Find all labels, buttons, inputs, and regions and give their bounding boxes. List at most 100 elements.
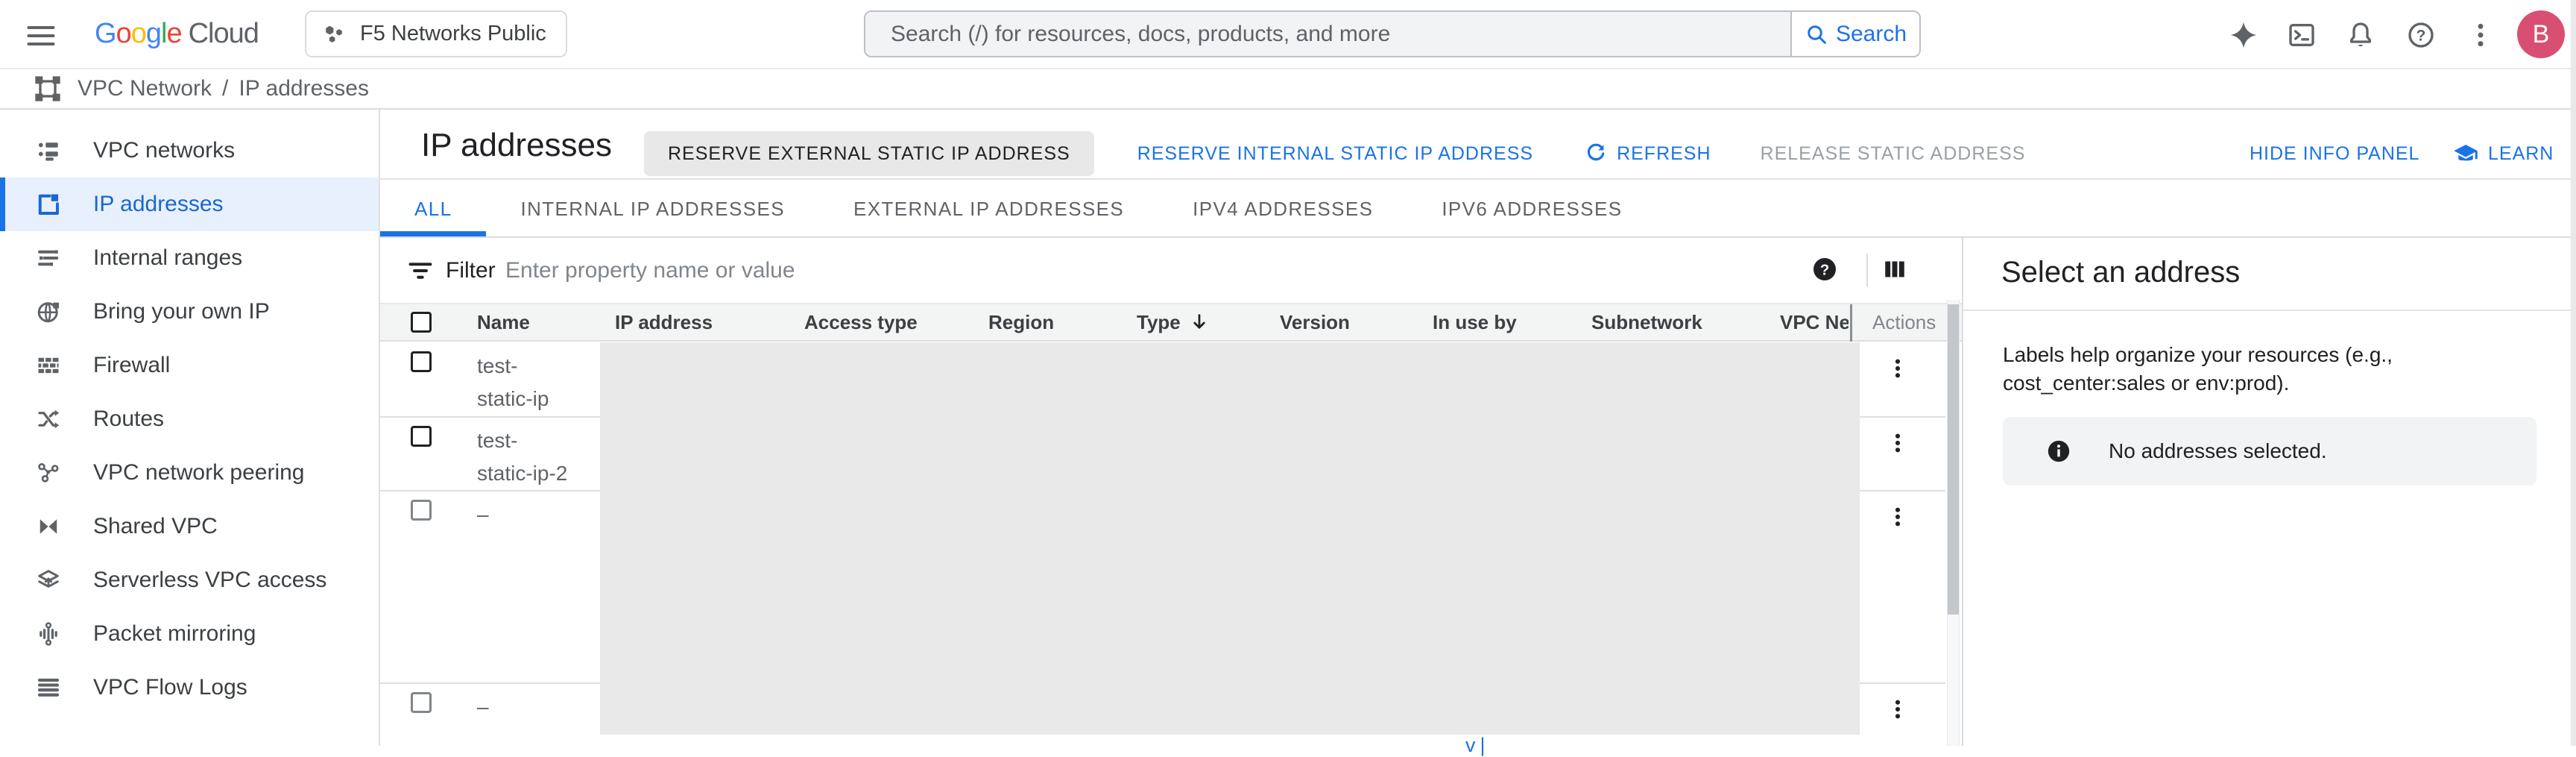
- sidebar-item-packet-mirroring[interactable]: Packet mirroring: [0, 607, 379, 661]
- filter-icon: [406, 257, 435, 285]
- row-name: –: [477, 498, 489, 531]
- project-hexagons-icon: [323, 22, 347, 46]
- sidebar-item-serverless-vpc-access[interactable]: Serverless VPC access: [0, 553, 379, 607]
- more-options-icon[interactable]: [2466, 20, 2496, 50]
- select-all-checkbox[interactable]: [411, 312, 432, 333]
- row-checkbox[interactable]: [411, 426, 432, 447]
- column-header-subnetwork[interactable]: Subnetwork: [1591, 304, 1702, 340]
- sidebar-item-internal-ranges[interactable]: Internal ranges: [0, 231, 379, 285]
- hide-info-panel-button[interactable]: HIDE INFO PANEL: [2250, 131, 2419, 176]
- logo-letter: o: [131, 18, 146, 49]
- column-header-label: IP address: [615, 311, 713, 334]
- sidebar-item-vpc-network-peering[interactable]: VPC network peering: [0, 446, 379, 500]
- logo-letter: o: [116, 18, 131, 49]
- table-scrollbar: [1947, 300, 1960, 746]
- sidebar-item-ip-addresses[interactable]: IP addresses: [0, 178, 379, 231]
- cloud-shell-icon[interactable]: [2287, 20, 2317, 50]
- sidebar-item-bring-your-own-ip[interactable]: Bring your own IP: [0, 285, 379, 339]
- clipped-link-fragment: v|: [1465, 734, 1490, 746]
- column-header-label: In use by: [1433, 311, 1517, 334]
- filter-help-icon[interactable]: ?: [1811, 256, 1838, 283]
- column-header-version[interactable]: Version: [1280, 304, 1350, 340]
- sidebar-item-label: VPC network peering: [93, 460, 304, 486]
- release-static-address-button[interactable]: RELEASE STATIC ADDRESS: [1761, 143, 2026, 165]
- sidebar-item-label: Firewall: [93, 353, 170, 378]
- breadcrumb-page: IP addresses: [239, 76, 369, 101]
- sidebar-item-vpc-flow-logs[interactable]: VPC Flow Logs: [0, 661, 379, 714]
- serverless-icon: [35, 567, 62, 594]
- column-header-type[interactable]: Type: [1137, 304, 1210, 340]
- sidebar-item-label: Shared VPC: [93, 514, 218, 539]
- gemini-sparkle-icon[interactable]: [2229, 20, 2258, 50]
- packet-mirroring-icon: [35, 621, 62, 647]
- menu-icon[interactable]: [25, 19, 57, 52]
- reserve-internal-static-ip-button[interactable]: RESERVE INTERNAL STATIC IP ADDRESS: [1137, 143, 1533, 165]
- sidebar-item-routes[interactable]: Routes: [0, 392, 379, 446]
- byoip-icon: [35, 298, 62, 325]
- column-header-in-use-by[interactable]: In use by: [1433, 304, 1517, 340]
- tab-ipv6-addresses[interactable]: IPV6 ADDRESSES: [1407, 182, 1656, 236]
- refresh-label: REFRESH: [1617, 143, 1711, 165]
- tab-ipv4-addresses[interactable]: IPV4 ADDRESSES: [1158, 182, 1407, 236]
- search-button-label: Search: [1836, 22, 1907, 47]
- row-actions-menu[interactable]: [1881, 423, 1914, 463]
- peering-icon: [35, 459, 62, 486]
- top-bar: GoogleCloud F5 Networks Public Search (/…: [0, 0, 2576, 69]
- column-header-access-type[interactable]: Access type: [804, 304, 918, 340]
- table-scrollbar-thumb[interactable]: [1948, 304, 1959, 615]
- breadcrumb-section[interactable]: VPC Network: [78, 76, 212, 101]
- sidebar-item-label: IP addresses: [93, 192, 224, 217]
- row-actions-icon: [1886, 500, 1910, 534]
- reserve-external-static-ip-button[interactable]: RESERVE EXTERNAL STATIC IP ADDRESS: [644, 131, 1094, 176]
- row-checkbox[interactable]: [411, 692, 432, 713]
- filter-input[interactable]: Enter property name or value: [505, 258, 795, 283]
- redacted-table-content: [600, 342, 1860, 735]
- header-divider: [380, 178, 2576, 180]
- sidebar-item-shared-vpc[interactable]: Shared VPC: [0, 500, 379, 553]
- column-header-name[interactable]: Name: [477, 304, 530, 340]
- sidebar-item-vpc-networks[interactable]: VPC networks: [0, 124, 379, 178]
- flow-logs-icon: [35, 674, 62, 701]
- internal-ranges-icon: [35, 245, 62, 271]
- project-name: F5 Networks Public: [360, 22, 546, 46]
- search-button[interactable]: Search: [1790, 12, 1919, 56]
- help-icon[interactable]: ?: [2406, 20, 2436, 50]
- column-header-vpc-network[interactable]: VPC Network: [1780, 304, 1849, 340]
- sidebar-item-label: Routes: [93, 406, 164, 432]
- row-name: test-static-ip: [477, 350, 549, 415]
- logo-cloud: Cloud: [189, 18, 259, 49]
- logo-google: Google: [95, 18, 182, 49]
- page-scrollbar[interactable]: [2571, 0, 2576, 746]
- column-header-region[interactable]: Region: [988, 304, 1054, 340]
- refresh-button[interactable]: REFRESH: [1584, 142, 1711, 166]
- search-input[interactable]: Search (/) for resources, docs, products…: [865, 12, 1790, 56]
- row-checkbox[interactable]: [411, 351, 432, 372]
- sidebar-item-label: VPC networks: [93, 138, 235, 163]
- shared-vpc-icon: [35, 513, 62, 540]
- project-selector[interactable]: F5 Networks Public: [305, 10, 567, 57]
- svg-text:?: ?: [1820, 263, 1829, 279]
- avatar[interactable]: B: [2517, 10, 2565, 58]
- column-header-ip-address[interactable]: IP address: [615, 304, 713, 340]
- sidebar-item-label: VPC Flow Logs: [93, 675, 247, 700]
- notifications-bell-icon[interactable]: [2346, 20, 2375, 50]
- row-actions-menu[interactable]: [1881, 689, 1914, 729]
- tab-all[interactable]: ALL: [380, 182, 486, 236]
- school-icon: [2452, 140, 2479, 167]
- row-actions-menu[interactable]: [1881, 348, 1914, 389]
- row-actions-menu[interactable]: [1881, 497, 1914, 537]
- sidebar-item-firewall[interactable]: Firewall: [0, 339, 379, 392]
- row-checkbox[interactable]: [411, 500, 432, 521]
- learn-button[interactable]: LEARN: [2452, 131, 2554, 176]
- row-actions-icon: [1886, 351, 1910, 386]
- logo-letter: e: [166, 18, 181, 49]
- info-notice-text: No addresses selected.: [2109, 439, 2327, 463]
- column-display-options-icon[interactable]: [1881, 256, 1908, 283]
- header-actions: RESERVE EXTERNAL STATIC IP ADDRESS RESER…: [644, 131, 2025, 176]
- column-header-actions[interactable]: Actions: [1872, 304, 1936, 340]
- row-name: test-static-ip-2: [477, 424, 567, 490]
- tab-internal-ip-addresses[interactable]: INTERNAL IP ADDRESSES: [486, 182, 819, 236]
- tab-external-ip-addresses[interactable]: EXTERNAL IP ADDRESSES: [819, 182, 1158, 236]
- row-actions-icon: [1886, 692, 1910, 726]
- column-header-label: Actions: [1872, 311, 1936, 334]
